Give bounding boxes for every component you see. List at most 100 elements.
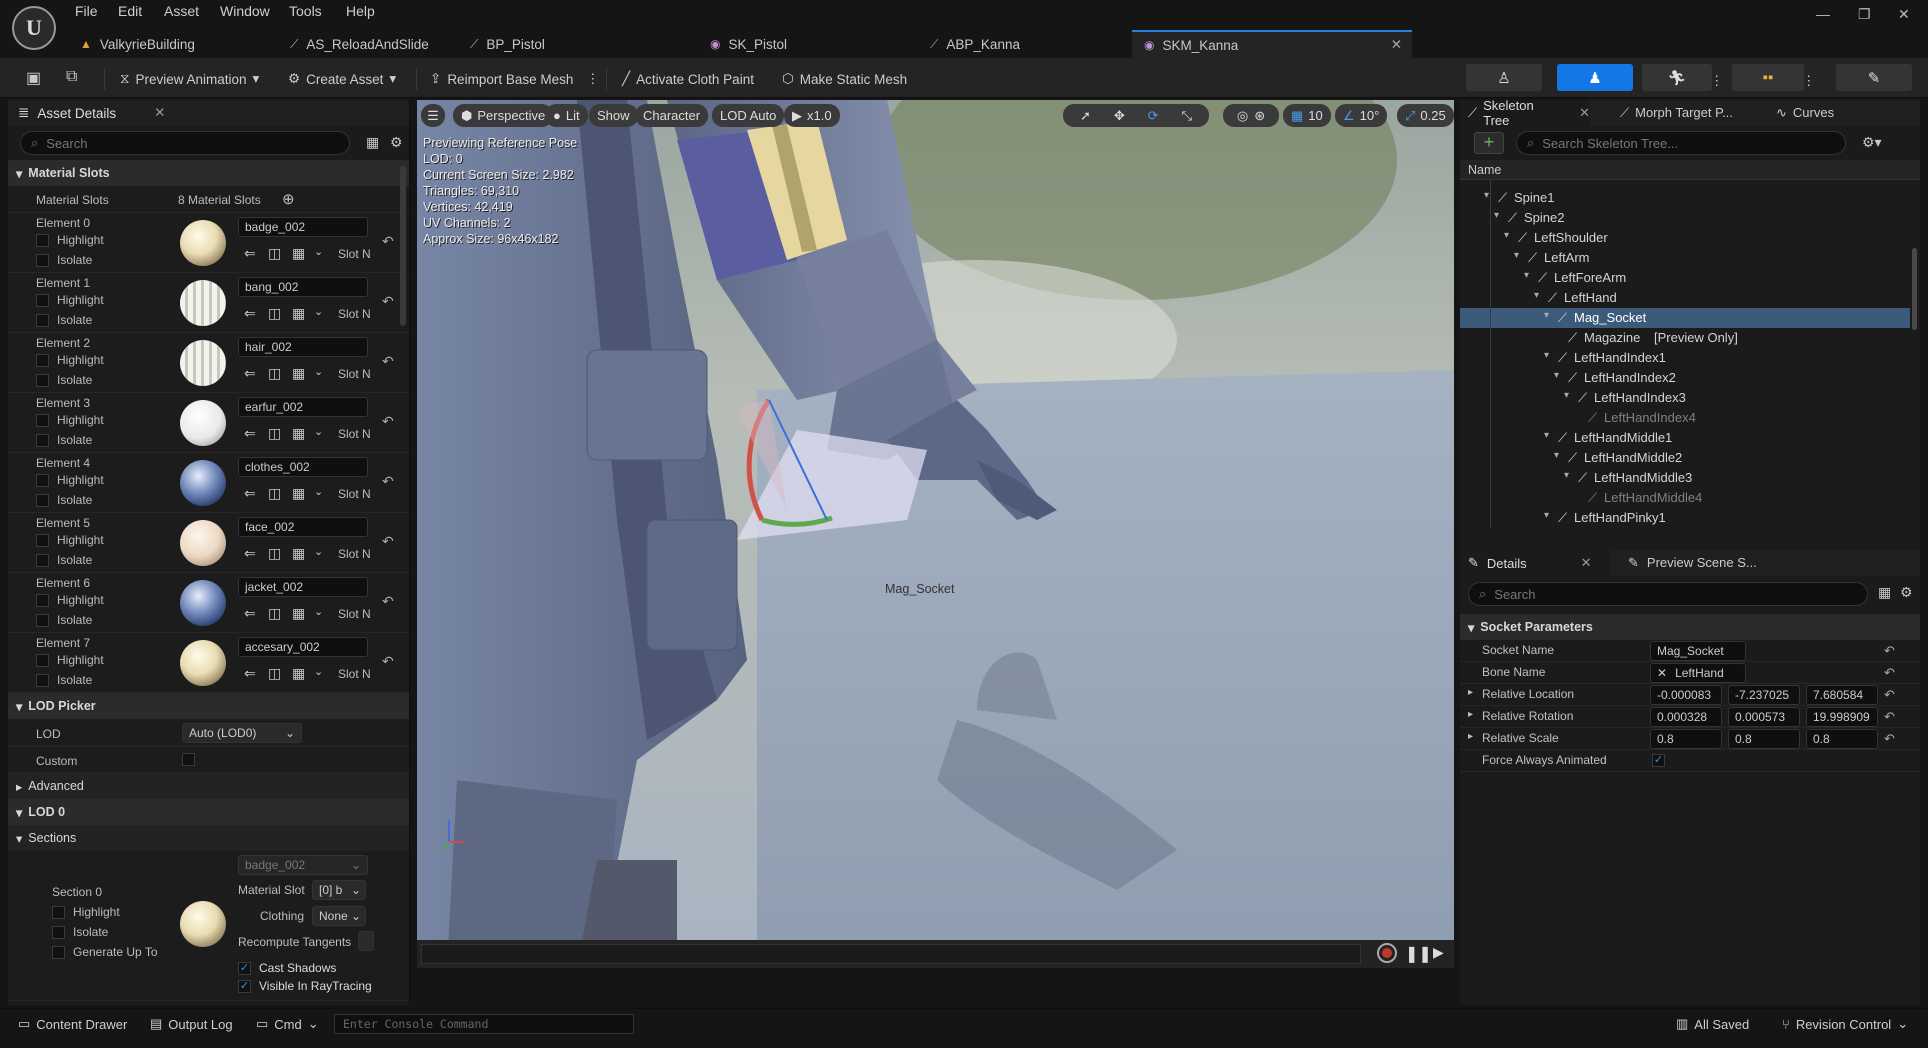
open-folder-icon[interactable]: ◫ — [268, 365, 281, 382]
tree-row-leftshoulder[interactable]: ▾ ⟋ LeftShoulder — [1460, 228, 1910, 248]
isolate-checkbox[interactable] — [36, 434, 49, 448]
scale-snap-button[interactable]: ⤢ 0.25 — [1397, 104, 1454, 127]
pick-asset-icon[interactable]: ▦ — [292, 605, 305, 622]
scale-x-field[interactable]: 0.8 — [1650, 729, 1722, 749]
translate-icon[interactable]: ✥ — [1114, 108, 1125, 124]
chevron-down-icon[interactable]: ▾ — [1504, 230, 1509, 241]
open-folder-icon[interactable]: ◫ — [268, 485, 281, 502]
open-folder-icon[interactable]: ◫ — [268, 605, 281, 622]
material-thumbnail[interactable] — [180, 280, 226, 326]
world-local-toggle[interactable]: ◎ ⊛ — [1223, 104, 1279, 127]
preview-animation-button[interactable]: ⧖ Preview Animation ▾ — [120, 66, 259, 92]
tree-row-lefthandindex2[interactable]: ▾ ⟋ LeftHandIndex2 — [1460, 368, 1910, 388]
add-socket-button[interactable]: + — [1474, 132, 1504, 154]
reset-icon[interactable]: ↶ — [382, 293, 394, 310]
minimize-icon[interactable]: — — [1816, 6, 1830, 22]
tree-row-lefthandmiddle2[interactable]: ▾ ⟋ LeftHandMiddle2 — [1460, 448, 1910, 468]
tree-row-lefthandindex4[interactable]: ⟋ LeftHandIndex4 — [1460, 408, 1910, 428]
tree-row-spine1[interactable]: ▾ ⟋ Spine1 — [1460, 188, 1910, 208]
tab-morph-target[interactable]: ⟋ Morph Target P... — [1620, 105, 1733, 121]
table-view-icon[interactable]: ▦ — [1878, 584, 1891, 601]
pick-asset-icon[interactable]: ▦ — [292, 245, 305, 262]
rotation-x-field[interactable]: 0.000328 — [1650, 707, 1722, 727]
reset-icon[interactable]: ↶ — [1884, 687, 1895, 703]
tree-scrollbar[interactable] — [1912, 248, 1917, 330]
lit-button[interactable]: ● Lit — [545, 104, 588, 127]
material-name-field[interactable]: badge_002 — [238, 217, 368, 237]
name-column-header[interactable]: Name — [1468, 163, 1501, 177]
save-icon[interactable]: ▣ — [26, 68, 41, 88]
chevron-right-icon[interactable]: ▸ — [1468, 709, 1473, 720]
reset-icon[interactable]: ↶ — [1884, 643, 1895, 659]
material-thumbnail[interactable] — [180, 580, 226, 626]
element-highlight[interactable]: Highlight — [36, 293, 104, 308]
tab-sk-pistol[interactable]: ◉ SK_Pistol — [698, 30, 878, 58]
element-highlight[interactable]: Highlight — [36, 533, 104, 548]
chevron-right-icon[interactable]: ▸ — [1468, 687, 1473, 698]
timeline-scrubber[interactable] — [421, 944, 1361, 964]
skeleton-search-input[interactable]: ⌕ Search Skeleton Tree... — [1516, 131, 1846, 155]
physics-mode-button[interactable]: ✎ — [1836, 64, 1912, 91]
tree-row-mag_socket[interactable]: ▾ ⟋ Mag_Socket — [1460, 308, 1910, 328]
custom-checkbox[interactable] — [182, 753, 195, 766]
isolate-checkbox[interactable] — [52, 926, 65, 940]
settings-gear-icon[interactable]: ⚙ — [1900, 584, 1913, 601]
browse-icon[interactable]: ⧉ — [66, 68, 77, 86]
highlight-checkbox[interactable] — [52, 906, 65, 920]
force-animated-checkbox[interactable]: ✓ — [1652, 754, 1665, 767]
pause-icon[interactable]: ❚❚ — [1405, 944, 1432, 964]
chevron-down-icon[interactable]: ⌄ — [314, 305, 323, 318]
element-isolate[interactable]: Isolate — [36, 313, 92, 328]
menu-window[interactable]: Window — [220, 3, 270, 19]
material-name-field[interactable]: bang_002 — [238, 277, 368, 297]
playback-speed-button[interactable]: ▶ x1.0 — [784, 104, 840, 127]
scale-icon[interactable]: ⤡ — [1182, 108, 1192, 124]
reset-icon[interactable]: ↶ — [382, 353, 394, 370]
tab-skeleton-tree[interactable]: ⟋ Skeleton Tree ✕ — [1460, 98, 1590, 128]
material-thumbnail[interactable] — [180, 220, 226, 266]
settings-gear-icon[interactable]: ⚙ — [390, 134, 403, 151]
pick-asset-icon[interactable]: ▦ — [292, 365, 305, 382]
menu-file[interactable]: File — [75, 3, 98, 19]
section-isolate[interactable]: Isolate — [52, 925, 108, 940]
open-folder-icon[interactable]: ◫ — [268, 245, 281, 262]
tab-bp-pistol[interactable]: ⟋ BP_Pistol — [458, 30, 658, 58]
tab-valkyriebuilding[interactable]: ▲ ValkyrieBuilding — [68, 30, 248, 58]
material-name-field[interactable]: accesary_002 — [238, 637, 368, 657]
lod-auto-button[interactable]: LOD Auto — [712, 104, 785, 127]
sections-category[interactable]: ▾ Sections — [8, 825, 409, 851]
cast-shadows-option[interactable]: ✓ Cast Shadows — [238, 961, 336, 976]
scale-y-field[interactable]: 0.8 — [1728, 729, 1800, 749]
element-highlight[interactable]: Highlight — [36, 593, 104, 608]
settings-gear-icon[interactable]: ⚙▾ — [1862, 134, 1882, 151]
tab-curves[interactable]: ∿ Curves — [1776, 105, 1834, 121]
cmd-dropdown[interactable]: ▭ Cmd ⌄ — [256, 1016, 319, 1032]
element-highlight[interactable]: Highlight — [36, 653, 104, 668]
material-name-field[interactable]: earfur_002 — [238, 397, 368, 417]
chevron-down-icon[interactable]: ⌄ — [314, 485, 323, 498]
element-isolate[interactable]: Isolate — [36, 433, 92, 448]
rotation-z-field[interactable]: 19.998909 — [1806, 707, 1878, 727]
location-x-field[interactable]: -0.000083 — [1650, 685, 1722, 705]
record-icon[interactable] — [1377, 943, 1397, 963]
visible-raytracing-option[interactable]: ✓ Visible In RayTracing — [238, 979, 372, 994]
tree-row-magazine[interactable]: ⟋ Magazine [Preview Only] — [1460, 328, 1910, 348]
open-folder-icon[interactable]: ◫ — [268, 425, 281, 442]
highlight-checkbox[interactable] — [36, 474, 49, 488]
tab-asset-details[interactable]: ≣ Asset Details ✕ — [8, 100, 409, 126]
chevron-down-icon[interactable]: ⌄ — [314, 665, 323, 678]
element-highlight[interactable]: Highlight — [36, 413, 104, 428]
material-name-field[interactable]: face_002 — [238, 517, 368, 537]
animation-mode-button[interactable]: 🏃︎ — [1642, 64, 1712, 91]
close-tab-icon[interactable]: ✕ — [1579, 105, 1590, 121]
element-isolate[interactable]: Isolate — [36, 673, 92, 688]
pick-asset-icon[interactable]: ▦ — [292, 305, 305, 322]
chevron-down-icon[interactable]: ▾ — [1544, 310, 1549, 321]
isolate-checkbox[interactable] — [36, 254, 49, 268]
reimport-base-mesh-button[interactable]: ⇪ Reimport Base Mesh — [430, 66, 573, 92]
isolate-checkbox[interactable] — [36, 614, 49, 628]
scale-z-field[interactable]: 0.8 — [1806, 729, 1878, 749]
revision-control-button[interactable]: ⑂ Revision Control ⌄ — [1782, 1016, 1908, 1032]
tree-row-lefthandmiddle4[interactable]: ⟋ LeftHandMiddle4 — [1460, 488, 1910, 508]
highlight-checkbox[interactable] — [36, 534, 49, 548]
